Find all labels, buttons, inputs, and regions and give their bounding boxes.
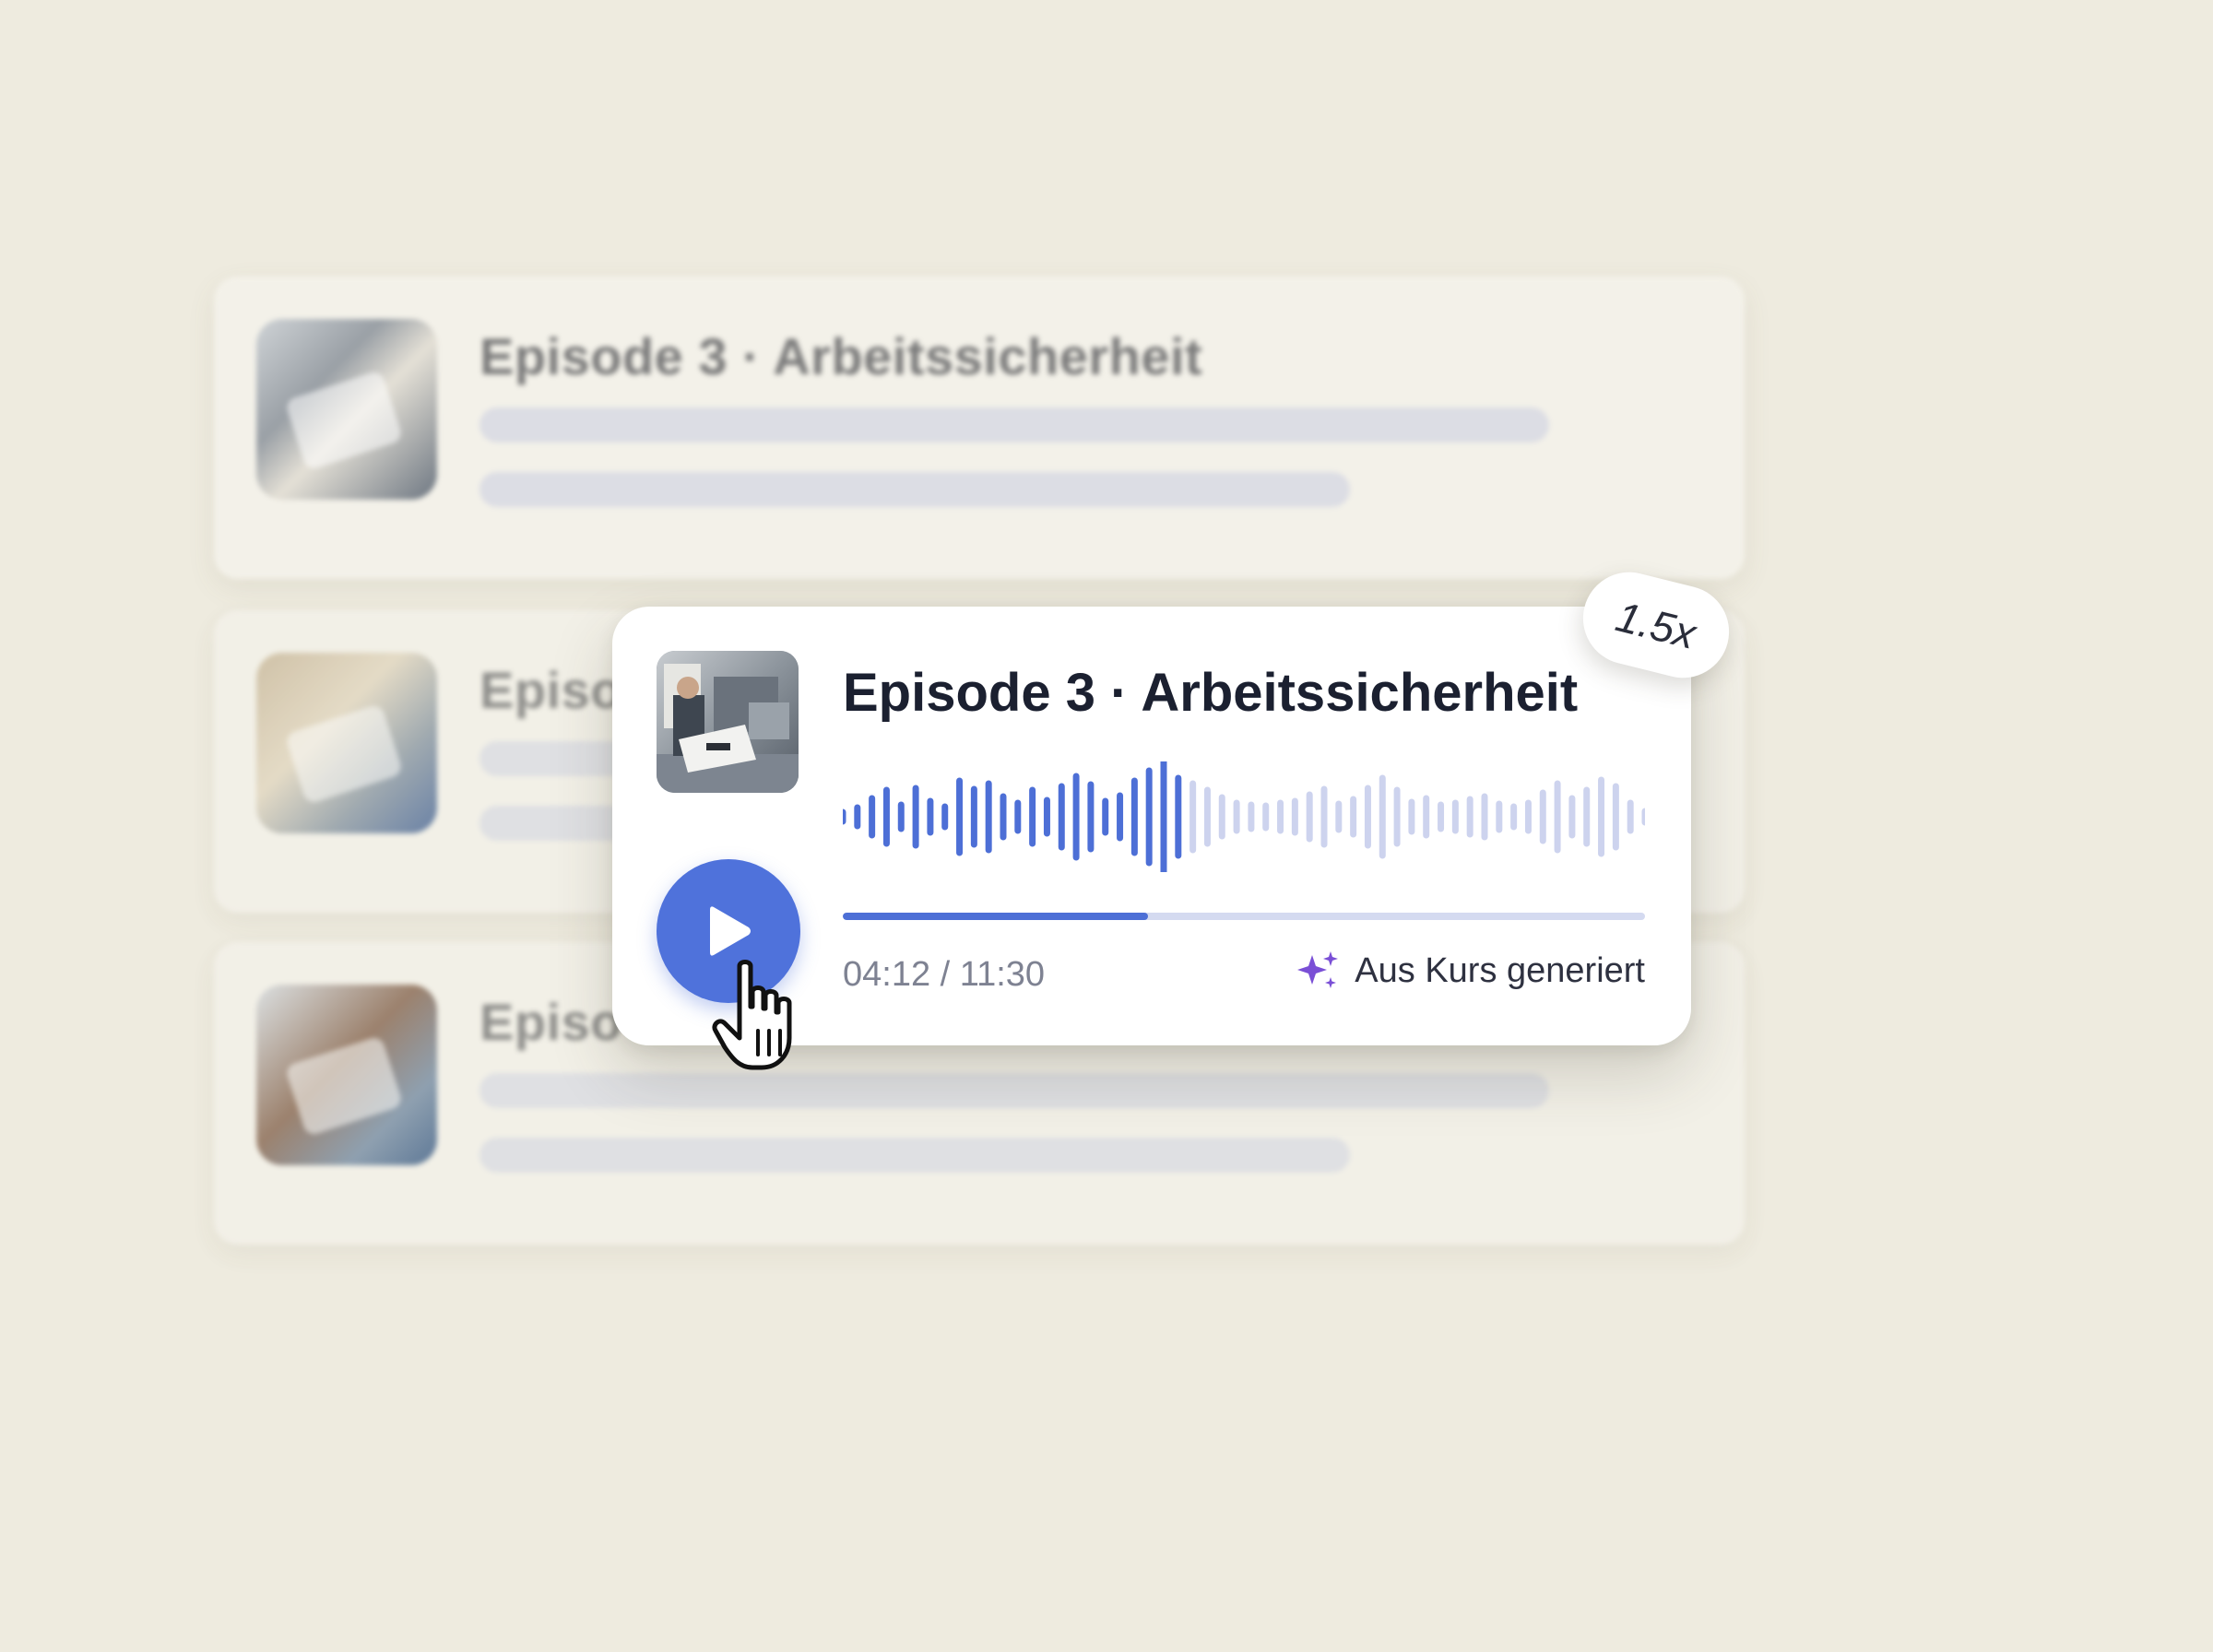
time-display: 04:12 / 11:30 [843,955,1046,994]
episode-title: Episo [479,661,622,719]
episode-thumbnail [256,319,437,500]
placeholder-line [479,472,1350,507]
episode-list-item[interactable]: Episode 3 · Arbeitssicherheit [214,277,1745,579]
episode-cover-image [657,651,799,793]
play-icon [710,906,751,956]
progress-bar[interactable] [843,913,1645,920]
episode-thumbnail [256,653,437,833]
generated-label: Aus Kurs generiert [1355,950,1645,990]
episode-thumbnail [256,985,437,1165]
episode-title: Episo [479,993,622,1051]
placeholder-line [479,407,1549,442]
playback-speed-label: 1.5x [1611,592,1701,658]
episode-title: Episode 3 · Arbeitssicherheit [479,327,1203,385]
episode-title: Episode 3 · Arbeitssicherheit [843,663,1579,723]
sparkle-icon [1297,951,1339,988]
placeholder-line [479,1073,1549,1108]
warehouse-worker-image [657,651,799,793]
hand-pointer-cursor-icon [712,960,792,1070]
audio-waveform[interactable] [843,761,1645,872]
generated-from-course-badge: Aus Kurs generiert [1296,950,1645,992]
progress-fill [843,913,1148,920]
placeholder-line [479,1138,1350,1173]
